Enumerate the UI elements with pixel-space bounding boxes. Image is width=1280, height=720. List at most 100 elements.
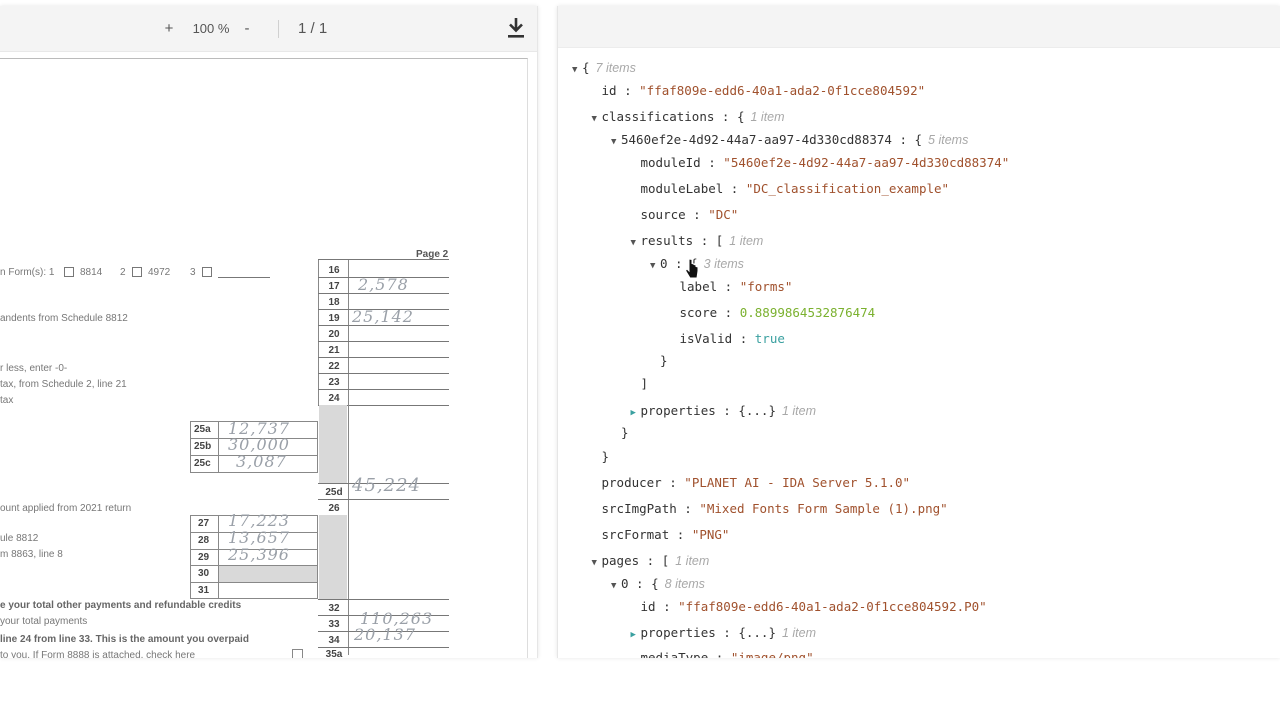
json-node-row[interactable]: ▼ pages : [1 item <box>592 551 710 571</box>
json-node-row[interactable]: ▼ 5460ef2e-4d92-44a7-aa97-4d330cd88374 : … <box>611 130 968 150</box>
json-value: "ffaf809e-edd6-40a1-ada2-0f1cce804592" <box>639 83 926 98</box>
checkbox-3 <box>202 267 212 277</box>
option-2-label: 2 <box>120 267 126 278</box>
checkbox-8888 <box>292 649 303 658</box>
line-number: 25d <box>325 487 343 498</box>
json-value: "ffaf809e-edd6-40a1-ada2-0f1cce804592.P0… <box>678 599 987 614</box>
json-open-bracket: [ <box>661 553 670 568</box>
json-node-row: label : "forms" <box>680 277 793 297</box>
json-key: id : <box>640 599 679 614</box>
form-rule <box>318 599 449 600</box>
json-node-row[interactable]: ▶ properties : {...} 1 item <box>631 623 817 643</box>
line-label: andents from Schedule 8812 <box>0 313 128 324</box>
form-rule <box>318 499 449 500</box>
caret-down-icon[interactable]: ▼ <box>592 553 602 573</box>
json-value: "image/png" <box>730 650 814 658</box>
line-label: to you. If Form 8888 is attached, check … <box>0 650 196 658</box>
json-node-row[interactable]: ▼ results : [1 item <box>631 231 764 251</box>
line-number: 35a <box>325 649 343 658</box>
line-number: 18 <box>328 297 340 308</box>
line-number: 19 <box>328 313 340 324</box>
viewer-toolbar: + 100 % - 1 / 1 <box>0 6 537 52</box>
sub-line-number: 30 <box>198 568 210 579</box>
line-number: 17 <box>328 281 340 292</box>
json-node-row: } <box>602 447 610 467</box>
json-value: "PLANET AI - IDA Server 5.1.0" <box>684 475 911 490</box>
caret-down-icon[interactable]: ▼ <box>650 256 660 276</box>
json-item-count: 5 items <box>928 133 969 147</box>
caret-down-icon[interactable]: ▼ <box>611 576 621 596</box>
caret-down-icon[interactable]: ▼ <box>631 233 641 253</box>
caret-down-icon[interactable]: ▼ <box>572 60 582 80</box>
json-node-row[interactable]: ▼{7 items <box>572 58 636 78</box>
line-number: 20 <box>328 329 340 340</box>
form-8814-label: 8814 <box>80 267 103 278</box>
json-value: "DC" <box>708 207 739 222</box>
caret-down-icon[interactable]: ▼ <box>592 109 602 129</box>
handwritten-value: 20,137 <box>354 625 416 644</box>
form-4972-label: 4972 <box>148 267 171 278</box>
json-node-row: } <box>660 351 668 371</box>
json-key: results : <box>640 233 716 248</box>
document-canvas[interactable]: Page 2 n Form(s): 1 8814 2 4972 3 16 17 … <box>0 52 537 658</box>
sub-line-number: 25a <box>194 424 211 435</box>
sub-line-number: 25c <box>194 458 211 469</box>
sub-column-border <box>218 515 219 599</box>
line-number: 32 <box>328 603 340 614</box>
column-border <box>348 405 349 655</box>
line-label: your total payments <box>0 616 88 627</box>
json-node-row[interactable]: ▶ properties : {...} 1 item <box>631 401 817 421</box>
json-key: producer : <box>601 475 685 490</box>
json-open-bracket: [ <box>715 233 724 248</box>
json-node-row[interactable]: ▼ classifications : {1 item <box>592 107 785 127</box>
json-item-count: 1 item <box>781 404 817 418</box>
line-number: 22 <box>328 361 340 372</box>
sub-line-number: 31 <box>198 585 210 596</box>
download-icon[interactable] <box>505 16 527 40</box>
json-close-bracket: ] <box>640 376 649 391</box>
json-node-row[interactable]: ▼ 0 : {8 items <box>611 574 705 594</box>
zoom-level: 100 % <box>192 21 230 36</box>
document-page: Page 2 n Form(s): 1 8814 2 4972 3 16 17 … <box>0 58 528 658</box>
json-value: "DC_classification_example" <box>745 181 950 196</box>
json-tree[interactable]: ▼{7 items id : "ffaf809e-edd6-40a1-ada2-0… <box>558 48 1280 658</box>
line-number: 21 <box>328 345 340 356</box>
json-node-row: moduleLabel : "DC_classification_example… <box>641 179 950 199</box>
caret-right-icon[interactable]: ▶ <box>631 625 641 645</box>
json-key: mediaType : <box>640 650 731 658</box>
checkbox-4972 <box>132 267 142 277</box>
form-rule <box>318 647 449 648</box>
json-open-bracket: { <box>736 109 745 124</box>
json-node-row: srcImgPath : "Mixed Fonts Form Sample (1… <box>602 499 948 519</box>
zoom-out-button[interactable]: - <box>238 18 256 40</box>
json-item-count: 1 item <box>750 110 785 124</box>
sub-line-number: 25b <box>194 441 212 452</box>
line-number: 23 <box>328 377 340 388</box>
json-viewer-header <box>558 6 1280 48</box>
option-3-label: 3 <box>190 267 196 278</box>
json-key: moduleId : <box>640 155 724 170</box>
caret-right-icon[interactable]: ▶ <box>631 403 641 423</box>
form-rule <box>318 389 449 390</box>
json-key: properties : <box>640 403 739 418</box>
mouse-pointer-icon <box>684 258 699 279</box>
json-value: 0.8899864532876474 <box>739 305 876 320</box>
json-key: id : <box>601 83 640 98</box>
json-key: source : <box>640 207 709 222</box>
line-label: tax, from Schedule 2, line 21 <box>0 379 127 390</box>
zoom-in-button[interactable]: + <box>160 18 178 40</box>
line-label: tax <box>0 395 14 406</box>
sub-line-number: 28 <box>198 535 210 546</box>
column-border <box>348 259 349 405</box>
json-item-count: 7 items <box>595 61 636 75</box>
json-open-bracket: { <box>582 60 590 75</box>
json-item-count: 1 item <box>781 626 817 640</box>
json-key: label : <box>679 279 740 294</box>
json-open-bracket: { <box>651 576 659 591</box>
json-key: pages : <box>601 553 662 568</box>
json-item-count: 1 item <box>675 554 710 568</box>
caret-down-icon[interactable]: ▼ <box>611 132 621 152</box>
json-key: moduleLabel : <box>640 181 746 196</box>
json-key: isValid : <box>679 331 755 346</box>
handwritten-value: 3,087 <box>236 452 287 471</box>
